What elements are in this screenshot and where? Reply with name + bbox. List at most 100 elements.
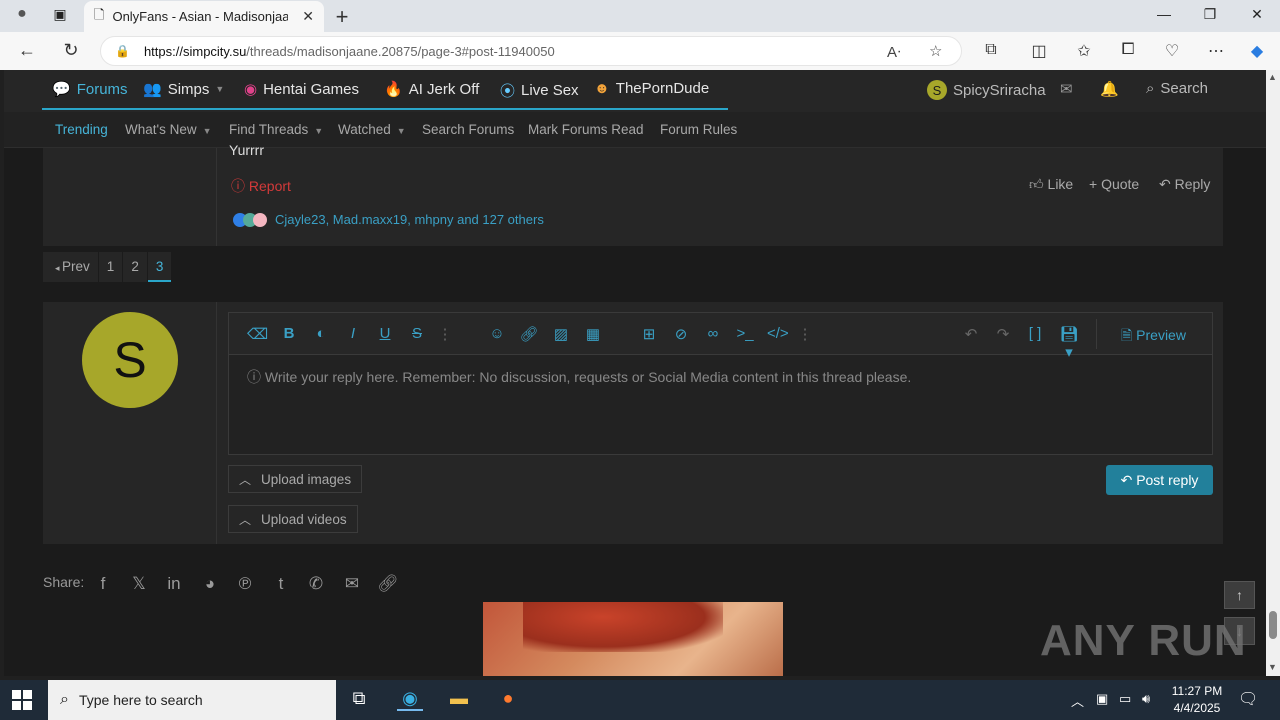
undo-icon[interactable]: ↶ [961,325,981,343]
volume-icon[interactable]: 🔊︎ [1142,691,1150,707]
reply-button[interactable]: ↶ Reply [1159,176,1210,193]
performance-icon[interactable]: ♡ [1161,41,1183,61]
emoji-icon[interactable]: ☺ [487,325,507,342]
nav-simps[interactable]: 👥 Simps ▼ [143,80,224,99]
x-twitter-icon[interactable]: 𝕏 [128,574,150,594]
image-icon[interactable]: ▨ [551,325,571,343]
close-window-button[interactable]: ✕ [1247,6,1267,23]
start-windows-icon[interactable] [12,690,32,710]
copilot-icon[interactable]: ◆ [1246,41,1268,61]
subnav-search-forums[interactable]: Search Forums [422,122,514,137]
nav-hentai-games[interactable]: ◉ Hentai Games [244,80,359,99]
avatar[interactable]: S [82,312,178,408]
tumblr-icon[interactable]: t [270,574,292,594]
tray-chevron-up-icon[interactable]: ︿ [1071,691,1084,710]
linkedin-icon[interactable]: in [163,574,185,594]
redo-icon[interactable]: ↷ [993,325,1013,343]
scrollbar-thumb[interactable] [1269,611,1277,639]
notifications-icon[interactable]: 🗨︎ [1238,689,1258,709]
drafts-icon[interactable]: 💾︎▾ [1059,325,1079,361]
address-bar[interactable]: 🔒 https://simpcity.su/threads/madisonjaa… [100,36,962,66]
profile-icon[interactable]: ● [12,5,32,23]
ad-banner-image[interactable] [483,602,783,676]
back-icon[interactable]: ← [16,40,38,61]
code-block-icon[interactable]: </> [767,325,789,342]
reaction-users[interactable]: Cjayle23, Mad.maxx19, mhpny and 127 othe… [275,212,544,227]
page-3-current[interactable]: 3 [147,252,172,282]
clear-format-icon[interactable]: ⌫ [247,325,268,343]
bold-icon[interactable]: B [279,325,299,342]
task-view-icon[interactable]: ⧉ [346,688,372,709]
refresh-icon[interactable]: ↻ [60,40,82,61]
link-icon[interactable]: 🔗︎ [519,325,539,343]
post-reply-button[interactable]: ↶ Post reply [1106,465,1213,495]
taskbar-clock[interactable]: 11:27 PM 4/4/2025 [1168,683,1226,717]
restore-button[interactable]: ❐ [1200,6,1220,23]
more-options-icon[interactable]: ⋮ [435,325,455,343]
like-button[interactable]: 👍︎ Like [1029,176,1073,193]
whatsapp-icon[interactable]: ✆ [305,574,327,594]
subnav-trending[interactable]: Trending [55,122,108,137]
inbox-icon[interactable]: ✉ [1060,80,1073,98]
firefox-icon[interactable]: ● [495,688,521,709]
alerts-bell-icon[interactable]: 🔔 [1100,80,1119,98]
media-icon[interactable]: ▦ [583,325,603,343]
page-2-link[interactable]: 2 [123,252,147,282]
subnav-forum-rules[interactable]: Forum Rules [660,122,737,137]
page-1-link[interactable]: 1 [98,252,123,282]
more-options-icon[interactable]: ⋮ [795,325,815,343]
taskbar-search[interactable]: ⌕ Type here to search [48,680,336,720]
color-palette-icon[interactable]: ◐ [311,325,331,342]
page-scrollbar[interactable]: ▲ ▼ [1266,70,1280,676]
network-icon[interactable]: ▭ [1119,691,1131,707]
italic-icon[interactable]: I [343,325,363,342]
favorites-icon[interactable]: ✩ [1073,41,1095,61]
minimize-button[interactable]: — [1154,6,1174,22]
report-link[interactable]: ⓘ Report [231,176,291,196]
subnav-watched[interactable]: Watched ▼ [338,122,406,137]
favorite-star-icon[interactable]: ☆ [929,42,942,60]
email-icon[interactable]: ✉ [341,574,363,594]
reply-textarea[interactable]: ⓘ Write your reply here. Remember: No di… [247,367,911,387]
spoiler-icon[interactable]: ⊘ [671,325,691,343]
subnav-mark-read[interactable]: Mark Forums Read [528,122,644,137]
underline-icon[interactable]: U [375,325,395,342]
nav-live-sex[interactable]: ⦿ Live Sex [500,80,579,101]
bbcode-toggle-icon[interactable]: [ ] [1025,325,1045,342]
reddit-icon[interactable]: ◕ [199,574,221,594]
collections-icon[interactable]: ⧠ [1117,41,1139,59]
quote-button[interactable]: + Quote [1089,176,1139,192]
tray-device-icon[interactable]: ▣ [1096,691,1108,707]
preview-button[interactable]: 🗎 Preview [1121,325,1186,349]
split-screen-icon[interactable]: ◫ [1028,41,1050,61]
nav-theporndude[interactable]: ☻ ThePornDude [594,80,709,97]
scroll-up-arrow-icon[interactable]: ▲ [1268,72,1277,82]
more-menu-icon[interactable]: ⋯ [1205,41,1227,61]
browser-tab[interactable]: 🗋 OnlyFans - Asian - Madisonjaane ✕ [84,1,324,32]
edge-browser-icon[interactable]: ◉ [397,688,423,711]
extensions-icon[interactable]: ⧉ [980,41,1002,59]
upload-images-button[interactable]: ︿ Upload images [228,465,363,493]
user-menu[interactable]: S SpicySriracha [927,80,1046,100]
scroll-to-top-button[interactable]: ↑ [1224,581,1255,609]
prev-page-button[interactable]: ◂ Prev [43,252,98,282]
strikethrough-icon[interactable]: S [407,325,427,342]
new-tab-button[interactable]: + [330,4,354,30]
lock-icon[interactable]: 🔒 [115,44,130,58]
upload-videos-button[interactable]: ︿ Upload videos [228,505,358,533]
scroll-down-arrow-icon[interactable]: ▼ [1268,662,1277,672]
link-icon[interactable]: 🔗︎ [377,574,399,594]
reaction-summary[interactable]: Cjayle23, Mad.maxx19, mhpny and 127 othe… [233,212,544,227]
file-explorer-icon[interactable]: ▬ [446,688,472,709]
subnav-find-threads[interactable]: Find Threads ▼ [229,122,323,137]
close-tab-icon[interactable]: ✕ [302,8,314,25]
table-icon[interactable]: ⊞ [639,325,659,343]
inline-spoiler-icon[interactable]: ∞ [703,325,723,342]
tab-actions-icon[interactable]: ▣ [50,6,70,23]
nav-search[interactable]: ⌕ Search [1146,80,1208,97]
facebook-icon[interactable]: f [92,574,114,594]
read-aloud-icon[interactable]: Aᐧ [887,43,901,61]
pinterest-icon[interactable]: ℗ [234,574,256,594]
nav-ai-jerk-off[interactable]: 🔥 AI Jerk Off [384,80,479,99]
nav-forums[interactable]: 💬 Forums [52,80,128,99]
